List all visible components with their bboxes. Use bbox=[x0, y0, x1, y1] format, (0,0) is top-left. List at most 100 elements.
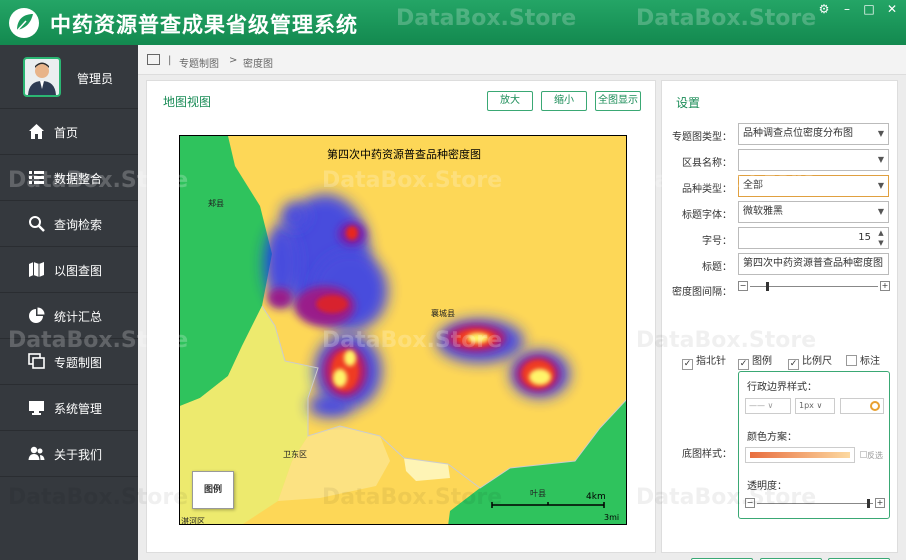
slider-thumb[interactable] bbox=[766, 282, 769, 291]
line-style-select[interactable]: —— ∨ bbox=[745, 398, 791, 414]
opacity-slider[interactable]: − + bbox=[745, 498, 885, 510]
settings-icon[interactable]: ⚙ bbox=[815, 2, 833, 16]
user-name: 管理员 bbox=[77, 72, 114, 86]
sidebar-item-system-admin[interactable]: 系统管理 bbox=[0, 385, 138, 431]
settings-panel: 设置 专题图类型： 品种调查点位密度分布图 ▼ 区县名称： ▼ 品种类型： 全部 ▼… bbox=[661, 80, 898, 560]
density-interval-slider[interactable]: − + bbox=[738, 281, 890, 293]
reverse-checkbox[interactable]: 反选 bbox=[860, 450, 883, 461]
annotation-checkbox[interactable]: 标注 bbox=[846, 352, 880, 367]
sidebar-item-label: 数据整合 bbox=[54, 172, 103, 186]
chevron-down-icon: ▼ bbox=[877, 129, 885, 138]
north-arrow-checkbox[interactable]: ✓ 指北针 bbox=[682, 352, 726, 370]
sidebar-item-data-integration[interactable]: 数据整合 bbox=[0, 155, 138, 201]
font-size-stepper[interactable]: 15 ▲ ▼ bbox=[738, 227, 889, 249]
main-content: | 专题制图 > 密度图 地图视图 放大 缩小 全图显示 第四次中药资源普查品种… bbox=[138, 45, 906, 560]
zoom-in-button[interactable]: 放大 bbox=[487, 91, 533, 111]
font-size-label: 字号： bbox=[702, 236, 732, 247]
label-jiaxian: 郏县 bbox=[208, 199, 224, 208]
search-icon bbox=[29, 216, 45, 232]
line-width-value: 1px bbox=[799, 401, 814, 410]
pie-chart-icon bbox=[29, 307, 45, 323]
title-label: 标题： bbox=[702, 262, 732, 273]
app-logo bbox=[9, 8, 39, 38]
basemap-label: 底图样式： bbox=[682, 449, 732, 460]
label-zhanhe: 湛河区 bbox=[181, 517, 205, 525]
map-type-select[interactable]: 品种调查点位密度分布图 ▼ bbox=[738, 123, 889, 145]
sidebar-item-map-search[interactable]: 以图查图 bbox=[0, 247, 138, 293]
species-type-value: 全部 bbox=[743, 180, 763, 191]
minimize-button[interactable]: – bbox=[838, 2, 856, 16]
sidebar-item-label: 关于我们 bbox=[54, 448, 103, 462]
checkbox-label: 标注 bbox=[860, 356, 880, 367]
monitor-icon bbox=[29, 401, 44, 415]
scale-bar-checkbox[interactable]: ✓ 比例尺 bbox=[788, 352, 832, 370]
map-type-value: 品种调查点位密度分布图 bbox=[743, 128, 853, 139]
sidebar-item-search[interactable]: 查询检索 bbox=[0, 201, 138, 247]
checkbox-icon: ✓ bbox=[682, 359, 693, 370]
title-input[interactable]: 第四次中药资源普查品种密度图 bbox=[738, 253, 889, 275]
slider-thumb[interactable] bbox=[867, 499, 870, 508]
title-font-label: 标题字体： bbox=[682, 210, 732, 221]
density-interval-label: 密度图间隔： bbox=[672, 287, 732, 298]
label-weidong: 卫东区 bbox=[283, 450, 307, 459]
county-select[interactable]: ▼ bbox=[738, 149, 889, 171]
window-icon bbox=[147, 54, 160, 65]
species-type-select[interactable]: 全部 ▼ bbox=[738, 175, 889, 197]
maximize-button[interactable]: □ bbox=[860, 2, 878, 16]
sidebar-item-label: 统计汇总 bbox=[54, 310, 103, 324]
sidebar-item-label: 查询检索 bbox=[54, 218, 103, 232]
reverse-label: 反选 bbox=[867, 451, 883, 460]
layers-icon bbox=[28, 353, 45, 369]
sidebar-item-about[interactable]: 关于我们 bbox=[0, 431, 138, 477]
breadcrumb-arrow: > bbox=[229, 55, 238, 66]
basemap-style-group: 行政边界样式： —— ∨ 1px ∨ 颜色方案： 反选 透明度： − + bbox=[738, 371, 890, 519]
sidebar-item-label: 以图查图 bbox=[54, 264, 103, 278]
app-title: 中药资源普查成果省级管理系统 bbox=[50, 13, 358, 37]
map-type-label: 专题图类型： bbox=[672, 132, 732, 143]
chevron-down-icon: ▼ bbox=[877, 155, 885, 164]
title-font-value: 微软雅黑 bbox=[743, 206, 783, 217]
checkbox-icon: ✓ bbox=[738, 359, 749, 370]
close-button[interactable]: ✕ bbox=[883, 2, 901, 16]
color-scheme-label: 颜色方案： bbox=[747, 432, 797, 443]
home-icon bbox=[29, 124, 44, 139]
sidebar-item-statistics[interactable]: 统计汇总 bbox=[0, 293, 138, 339]
zoom-out-button[interactable]: 缩小 bbox=[541, 91, 587, 111]
user-box: 管理员 bbox=[0, 45, 138, 109]
opacity-label: 透明度： bbox=[747, 481, 787, 492]
legend-checkbox[interactable]: ✓ 图例 bbox=[738, 352, 772, 370]
color-scheme-select[interactable] bbox=[745, 447, 855, 463]
full-extent-button[interactable]: 全图显示 bbox=[595, 91, 641, 111]
map-title: 第四次中药资源普查品种密度图 bbox=[327, 148, 481, 161]
sidebar: 管理员 首页 数据整合 查询检索 以图查图 统计汇总 专题制图 系统管理 关于我… bbox=[0, 45, 138, 560]
label-xiangcheng: 襄城县 bbox=[431, 309, 455, 318]
line-width-select[interactable]: 1px ∨ bbox=[795, 398, 835, 414]
stepper-arrows-icon[interactable]: ▲ ▼ bbox=[874, 228, 888, 248]
breadcrumb-separator: | bbox=[168, 55, 172, 66]
list-icon bbox=[29, 171, 44, 184]
checkbox-icon bbox=[846, 355, 857, 366]
font-size-value: 15 bbox=[858, 232, 871, 243]
map-canvas[interactable]: 第四次中药资源普查品种密度图 郏县 襄城县 卫东区 叶县 湛河区 4km 3mi… bbox=[179, 135, 627, 525]
breadcrumb-current: 密度图 bbox=[243, 59, 273, 70]
checkbox-icon: ✓ bbox=[788, 359, 799, 370]
label-yexian: 叶县 bbox=[530, 489, 546, 498]
sidebar-item-thematic-map[interactable]: 专题制图 bbox=[0, 339, 138, 385]
legend-button[interactable]: 图例 bbox=[192, 471, 234, 509]
checkbox-label: 图例 bbox=[752, 356, 772, 367]
boundary-style-label: 行政边界样式： bbox=[747, 382, 817, 393]
sidebar-item-label: 首页 bbox=[54, 126, 79, 140]
sidebar-item-label: 专题制图 bbox=[54, 356, 103, 370]
breadcrumb: | 专题制图 > 密度图 bbox=[138, 45, 906, 75]
color-wheel-icon bbox=[870, 401, 880, 411]
line-color-picker[interactable] bbox=[840, 398, 884, 414]
map-panel: 地图视图 放大 缩小 全图显示 第四次中药资源普查品种密度图 郏县 襄城县 卫东… bbox=[146, 80, 656, 553]
title-font-select[interactable]: 微软雅黑 ▼ bbox=[738, 201, 889, 223]
scale-mi-label: 3mi bbox=[604, 513, 620, 522]
county-label: 区县名称： bbox=[682, 158, 732, 169]
sidebar-item-home[interactable]: 首页 bbox=[0, 109, 138, 155]
breadcrumb-parent[interactable]: 专题制图 bbox=[179, 55, 219, 70]
checkbox-label: 指北针 bbox=[696, 356, 726, 367]
checkbox-label: 比例尺 bbox=[802, 356, 832, 367]
map-panel-title: 地图视图 bbox=[163, 95, 212, 109]
